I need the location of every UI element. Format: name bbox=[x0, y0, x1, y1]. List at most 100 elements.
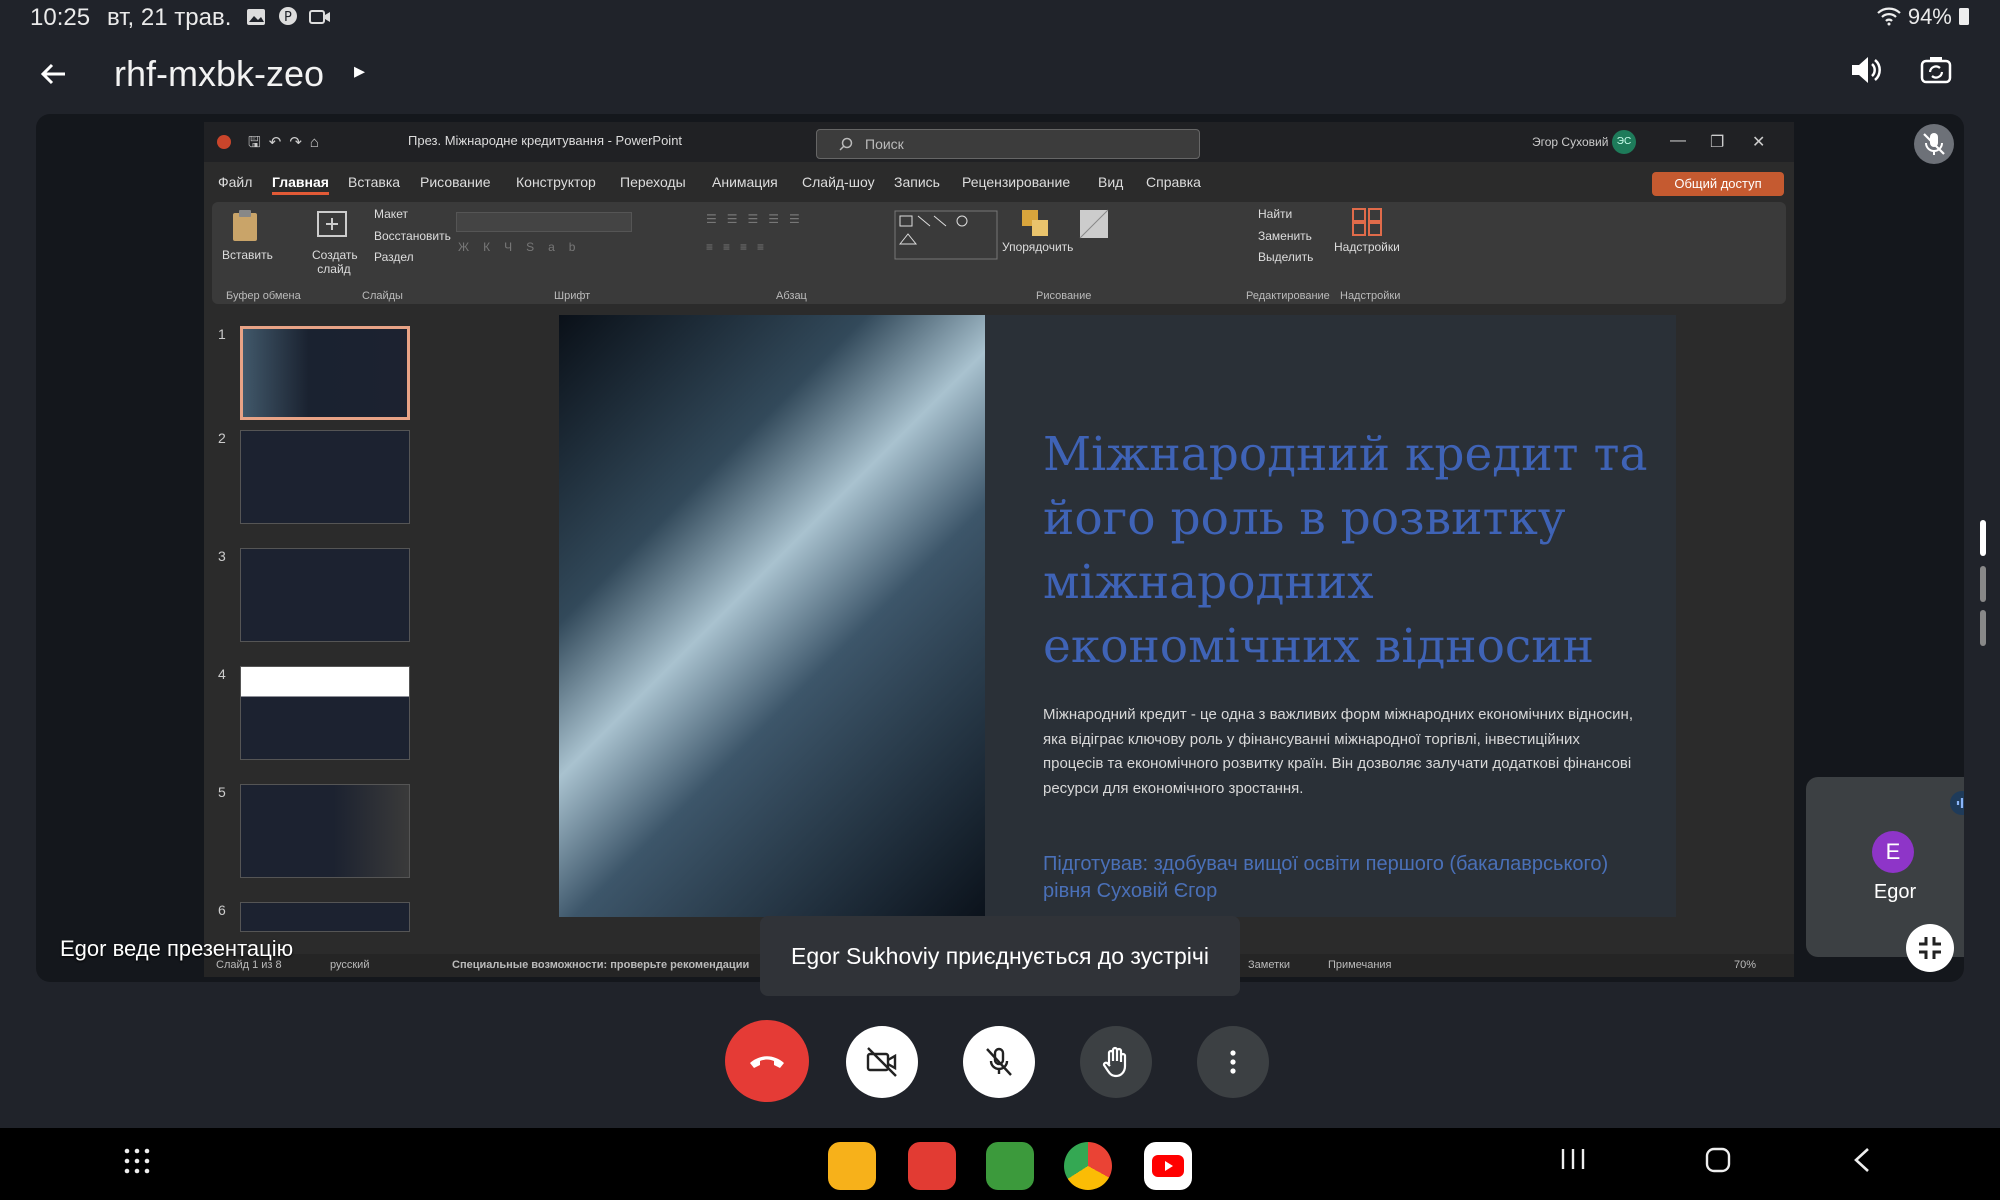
meeting-code[interactable]: rhf-mxbk-zeo bbox=[114, 53, 324, 95]
edge-indicator bbox=[1980, 520, 1986, 556]
mic-toggle-button[interactable] bbox=[963, 1026, 1035, 1098]
edge-indicator bbox=[1980, 610, 1986, 646]
slide-body: Міжнародний кредит - це одна з важливих … bbox=[1043, 706, 1634, 797]
search-icon bbox=[839, 137, 853, 151]
join-toast: Egor Sukhoviy приєднується до зустрічі bbox=[760, 916, 1240, 996]
new-slide-button[interactable]: Создать слайд bbox=[312, 248, 358, 276]
layout-button[interactable]: Макет bbox=[374, 207, 408, 221]
home-icon[interactable] bbox=[1704, 1146, 1732, 1182]
slide-author: Підготував: здобувач вищої освіти першог… bbox=[1043, 853, 1609, 902]
reset-button[interactable]: Восстановить bbox=[374, 229, 451, 243]
back-button[interactable] bbox=[32, 52, 76, 96]
notes-button[interactable]: Заметки bbox=[1248, 959, 1290, 971]
slide-thumbnail[interactable] bbox=[240, 430, 410, 524]
switch-camera-button[interactable] bbox=[1918, 52, 1958, 92]
tab-animations[interactable]: Анимация bbox=[712, 174, 778, 190]
thumb-number: 3 bbox=[218, 548, 226, 564]
more-options-button[interactable] bbox=[1197, 1026, 1269, 1098]
app-drawer-icon[interactable] bbox=[122, 1146, 152, 1184]
hand-icon bbox=[1102, 1046, 1127, 1078]
replace-button[interactable]: Заменить bbox=[1258, 229, 1312, 243]
restore-icon[interactable]: ❐ bbox=[1710, 132, 1724, 152]
speaker-icon bbox=[1852, 57, 1881, 83]
group-drawing: Рисование bbox=[1036, 290, 1092, 302]
powerpoint-logo-icon bbox=[217, 135, 231, 149]
section-button[interactable]: Раздел bbox=[374, 250, 414, 264]
select-button[interactable]: Выделить bbox=[1258, 250, 1313, 264]
qat-icons: 🖫↶↷⌂ bbox=[248, 134, 327, 151]
tab-file[interactable]: Файл bbox=[218, 174, 252, 190]
comments-button[interactable]: Примечания bbox=[1328, 959, 1392, 971]
wifi-icon bbox=[1876, 7, 1901, 26]
slide-thumbnail[interactable] bbox=[240, 326, 410, 420]
addins-button[interactable]: Надстройки bbox=[1334, 240, 1400, 254]
youtube-app-icon[interactable] bbox=[1144, 1142, 1192, 1190]
slide-thumbnail[interactable] bbox=[240, 666, 410, 760]
system-nav-bar bbox=[0, 1128, 2000, 1200]
close-icon[interactable]: ✕ bbox=[1752, 132, 1765, 152]
arrange-icon bbox=[1022, 210, 1048, 236]
share-button[interactable]: Общий доступ bbox=[1652, 172, 1784, 196]
notes-app-icon[interactable] bbox=[908, 1142, 956, 1190]
ppt-user-name: Эгор Суховий bbox=[1532, 135, 1609, 149]
mic-off-icon bbox=[1923, 133, 1945, 155]
ppt-search[interactable]: Поиск bbox=[816, 129, 1200, 159]
addins-icon bbox=[1352, 208, 1382, 236]
exit-fullscreen-button[interactable] bbox=[1906, 924, 1954, 972]
ppt-ribbon-tabs: Файл Главная Вставка Рисование Конструкт… bbox=[204, 166, 1794, 198]
more-vert-icon bbox=[1230, 1050, 1236, 1074]
find-button[interactable]: Найти bbox=[1258, 207, 1292, 221]
font-format-icons: ЖКЧSab bbox=[458, 240, 590, 254]
camera-toggle-button[interactable] bbox=[846, 1026, 918, 1098]
font-name-box[interactable] bbox=[456, 212, 632, 232]
nav-back-icon[interactable] bbox=[1850, 1146, 1874, 1182]
hang-up-icon bbox=[750, 1056, 784, 1068]
audio-level-icon bbox=[1956, 798, 1964, 808]
files-app-icon[interactable] bbox=[828, 1142, 876, 1190]
audio-output-button[interactable] bbox=[1848, 52, 1888, 92]
paragraph-icons: ☰☰☰☰☰ bbox=[706, 212, 810, 226]
caret-right-icon[interactable]: ▸ bbox=[354, 58, 365, 84]
ppt-user-avatar[interactable]: ЭС bbox=[1612, 130, 1636, 154]
slide-thumbnail[interactable] bbox=[240, 784, 410, 878]
status-right: 94% bbox=[1876, 4, 1970, 30]
calculator-app-icon[interactable] bbox=[986, 1142, 1034, 1190]
recents-icon[interactable] bbox=[1560, 1146, 1586, 1180]
accessibility-status[interactable]: Специальные возможности: проверьте реком… bbox=[452, 959, 749, 971]
paste-button[interactable]: Вставить bbox=[222, 248, 273, 262]
minimize-icon[interactable]: — bbox=[1670, 132, 1686, 150]
switch-camera-icon bbox=[1920, 57, 1952, 84]
ppt-title-bar: 🖫↶↷⌂ През. Міжнародне кредитування - Pow… bbox=[204, 122, 1794, 162]
tab-design[interactable]: Конструктор bbox=[516, 174, 596, 190]
slide-thumbnails: 1 2 3 4 5 6 bbox=[204, 310, 444, 932]
tab-transitions[interactable]: Переходы bbox=[620, 174, 686, 190]
gallery-icon bbox=[247, 9, 265, 25]
slide-title: Міжнародний кредит та його роль в розвит… bbox=[1043, 427, 1648, 674]
arrow-back-icon bbox=[40, 63, 65, 85]
slide-thumbnail[interactable] bbox=[240, 902, 410, 932]
mic-off-icon bbox=[986, 1047, 1012, 1076]
zoom-level[interactable]: 70% bbox=[1734, 959, 1756, 971]
group-paragraph: Абзац bbox=[776, 290, 807, 302]
tab-help[interactable]: Справка bbox=[1146, 174, 1201, 190]
arrange-button[interactable]: Упорядочить bbox=[1002, 240, 1073, 254]
edge-indicator bbox=[1980, 566, 1986, 602]
collapse-icon bbox=[1919, 937, 1941, 959]
slide-thumbnail[interactable] bbox=[240, 548, 410, 642]
tab-review[interactable]: Рецензирование bbox=[962, 174, 1070, 190]
group-addins: Надстройки bbox=[1340, 290, 1401, 302]
tab-slideshow[interactable]: Слайд-шоу bbox=[802, 174, 875, 190]
group-clipboard: Буфер обмена bbox=[226, 290, 301, 302]
new-slide-icon bbox=[317, 211, 347, 237]
language[interactable]: русский bbox=[330, 959, 369, 971]
end-call-button[interactable] bbox=[725, 1020, 809, 1102]
raise-hand-button[interactable] bbox=[1080, 1026, 1152, 1098]
chrome-app-icon[interactable] bbox=[1064, 1142, 1112, 1190]
tab-home[interactable]: Главная bbox=[272, 174, 329, 195]
tab-record[interactable]: Запись bbox=[894, 174, 940, 190]
battery-level: 94% bbox=[1907, 4, 1952, 29]
tab-view[interactable]: Вид bbox=[1098, 174, 1123, 190]
tab-draw[interactable]: Рисование bbox=[420, 174, 491, 190]
tab-insert[interactable]: Вставка bbox=[348, 174, 400, 190]
speaking-indicator bbox=[1950, 791, 1964, 815]
